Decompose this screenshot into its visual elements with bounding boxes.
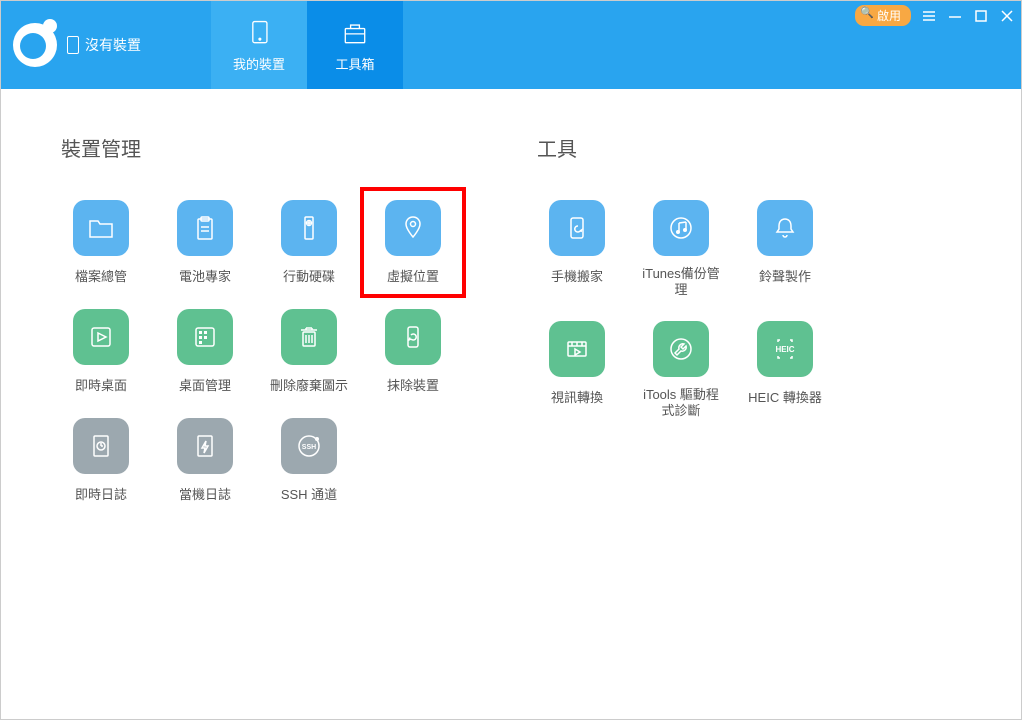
phone-icon — [67, 36, 79, 54]
tool-label: 檔案總管 — [75, 266, 127, 285]
tool-crash-log[interactable]: 當機日誌 — [165, 418, 245, 503]
tool-label: 刪除廢棄圖示 — [270, 375, 348, 394]
tool-label: 電池專家 — [179, 266, 231, 285]
tool-ringtone-maker[interactable]: 鈴聲製作 — [745, 200, 825, 297]
activate-badge[interactable]: 啟用 — [855, 5, 911, 26]
tab-my-device[interactable]: 我的裝置 — [211, 1, 307, 89]
heic-icon: HEIC — [757, 321, 813, 377]
tool-label: HEIC 轉換器 — [748, 387, 822, 406]
itunes-icon — [653, 200, 709, 256]
location-pin-icon — [385, 200, 441, 256]
tool-desktop-manage[interactable]: 桌面管理 — [165, 309, 245, 394]
main-tabs: 我的裝置 工具箱 — [211, 1, 403, 89]
app-logo — [13, 23, 57, 67]
maximize-icon[interactable] — [973, 8, 989, 24]
tab-toolbox[interactable]: 工具箱 — [307, 1, 403, 89]
trash-icon — [281, 309, 337, 365]
tool-label: 當機日誌 — [179, 484, 231, 503]
tool-label: 桌面管理 — [179, 375, 231, 394]
tool-label: 手機搬家 — [551, 266, 603, 285]
phone-reset-icon — [385, 309, 441, 365]
device-tool-grid: 檔案總管 電池專家 行動硬碟 — [61, 200, 497, 503]
app-window: 沒有裝置 我的裝置 工具箱 啟用 — [0, 0, 1022, 720]
tab-label: 工具箱 — [335, 54, 374, 73]
tool-label: 行動硬碟 — [283, 266, 335, 285]
tool-label: iTools 驅動程式診斷 — [641, 387, 721, 418]
tool-ssh-tunnel[interactable]: SSH SSH 通道 — [269, 418, 349, 503]
logo-area: 沒有裝置 — [1, 1, 211, 89]
tool-battery-expert[interactable]: 電池專家 — [165, 200, 245, 285]
titlebar: 沒有裝置 我的裝置 工具箱 啟用 — [1, 1, 1021, 89]
section-title-device: 裝置管理 — [61, 133, 497, 162]
tool-label: 視訊轉換 — [551, 387, 603, 406]
toolbox-icon — [340, 18, 370, 48]
no-device-label: 沒有裝置 — [85, 35, 141, 55]
tool-driver-diag[interactable]: iTools 驅動程式診斷 — [641, 321, 721, 418]
doc-bolt-icon — [177, 418, 233, 474]
device-management-section: 裝置管理 檔案總管 電池專家 — [61, 133, 497, 719]
tool-label: 抹除裝置 — [387, 375, 439, 394]
tool-heic-convert[interactable]: HEIC HEIC 轉換器 — [745, 321, 825, 418]
folder-icon — [73, 200, 129, 256]
play-icon — [73, 309, 129, 365]
minimize-icon[interactable] — [947, 8, 963, 24]
tool-file-manager[interactable]: 檔案總管 — [61, 200, 141, 285]
ssh-icon: SSH — [281, 418, 337, 474]
bell-icon — [757, 200, 813, 256]
usb-icon — [281, 200, 337, 256]
tab-label: 我的裝置 — [233, 54, 285, 73]
grid-icon — [177, 309, 233, 365]
tool-mobile-drive[interactable]: 行動硬碟 — [269, 200, 349, 285]
phone-sync-icon — [549, 200, 605, 256]
wrench-icon — [653, 321, 709, 377]
doc-clock-icon — [73, 418, 129, 474]
tool-label: 虛擬位置 — [387, 266, 439, 285]
tool-delete-icons[interactable]: 刪除廢棄圖示 — [269, 309, 349, 394]
section-title-tools: 工具 — [537, 133, 973, 162]
device-status: 沒有裝置 — [67, 35, 141, 55]
svg-text:SSH: SSH — [302, 444, 316, 451]
tool-label: 即時日誌 — [75, 484, 127, 503]
tool-erase-device[interactable]: 抹除裝置 — [373, 309, 453, 394]
tool-realtime-log[interactable]: 即時日誌 — [61, 418, 141, 503]
menu-icon[interactable] — [921, 8, 937, 24]
tool-label: iTunes備份管理 — [641, 266, 721, 297]
tool-label: 鈴聲製作 — [759, 266, 811, 285]
tool-label: 即時桌面 — [75, 375, 127, 394]
video-icon — [549, 321, 605, 377]
tool-realtime-desktop[interactable]: 即時桌面 — [61, 309, 141, 394]
tool-phone-mover[interactable]: 手機搬家 — [537, 200, 617, 297]
clipboard-icon — [177, 200, 233, 256]
close-icon[interactable] — [999, 8, 1015, 24]
tool-itunes-backup[interactable]: iTunes備份管理 — [641, 200, 721, 297]
window-controls: 啟用 — [855, 5, 1015, 26]
tools-section: 工具 手機搬家 iTunes備份管理 — [537, 133, 973, 719]
content-area: 裝置管理 檔案總管 電池專家 — [1, 89, 1021, 719]
tool-label: SSH 通道 — [281, 484, 337, 503]
util-tool-grid: 手機搬家 iTunes備份管理 鈴聲製作 — [537, 200, 973, 418]
tool-virtual-location[interactable]: 虛擬位置 — [373, 200, 453, 285]
tablet-icon — [244, 18, 274, 48]
svg-text:HEIC: HEIC — [775, 345, 794, 354]
tool-video-convert[interactable]: 視訊轉換 — [537, 321, 617, 418]
